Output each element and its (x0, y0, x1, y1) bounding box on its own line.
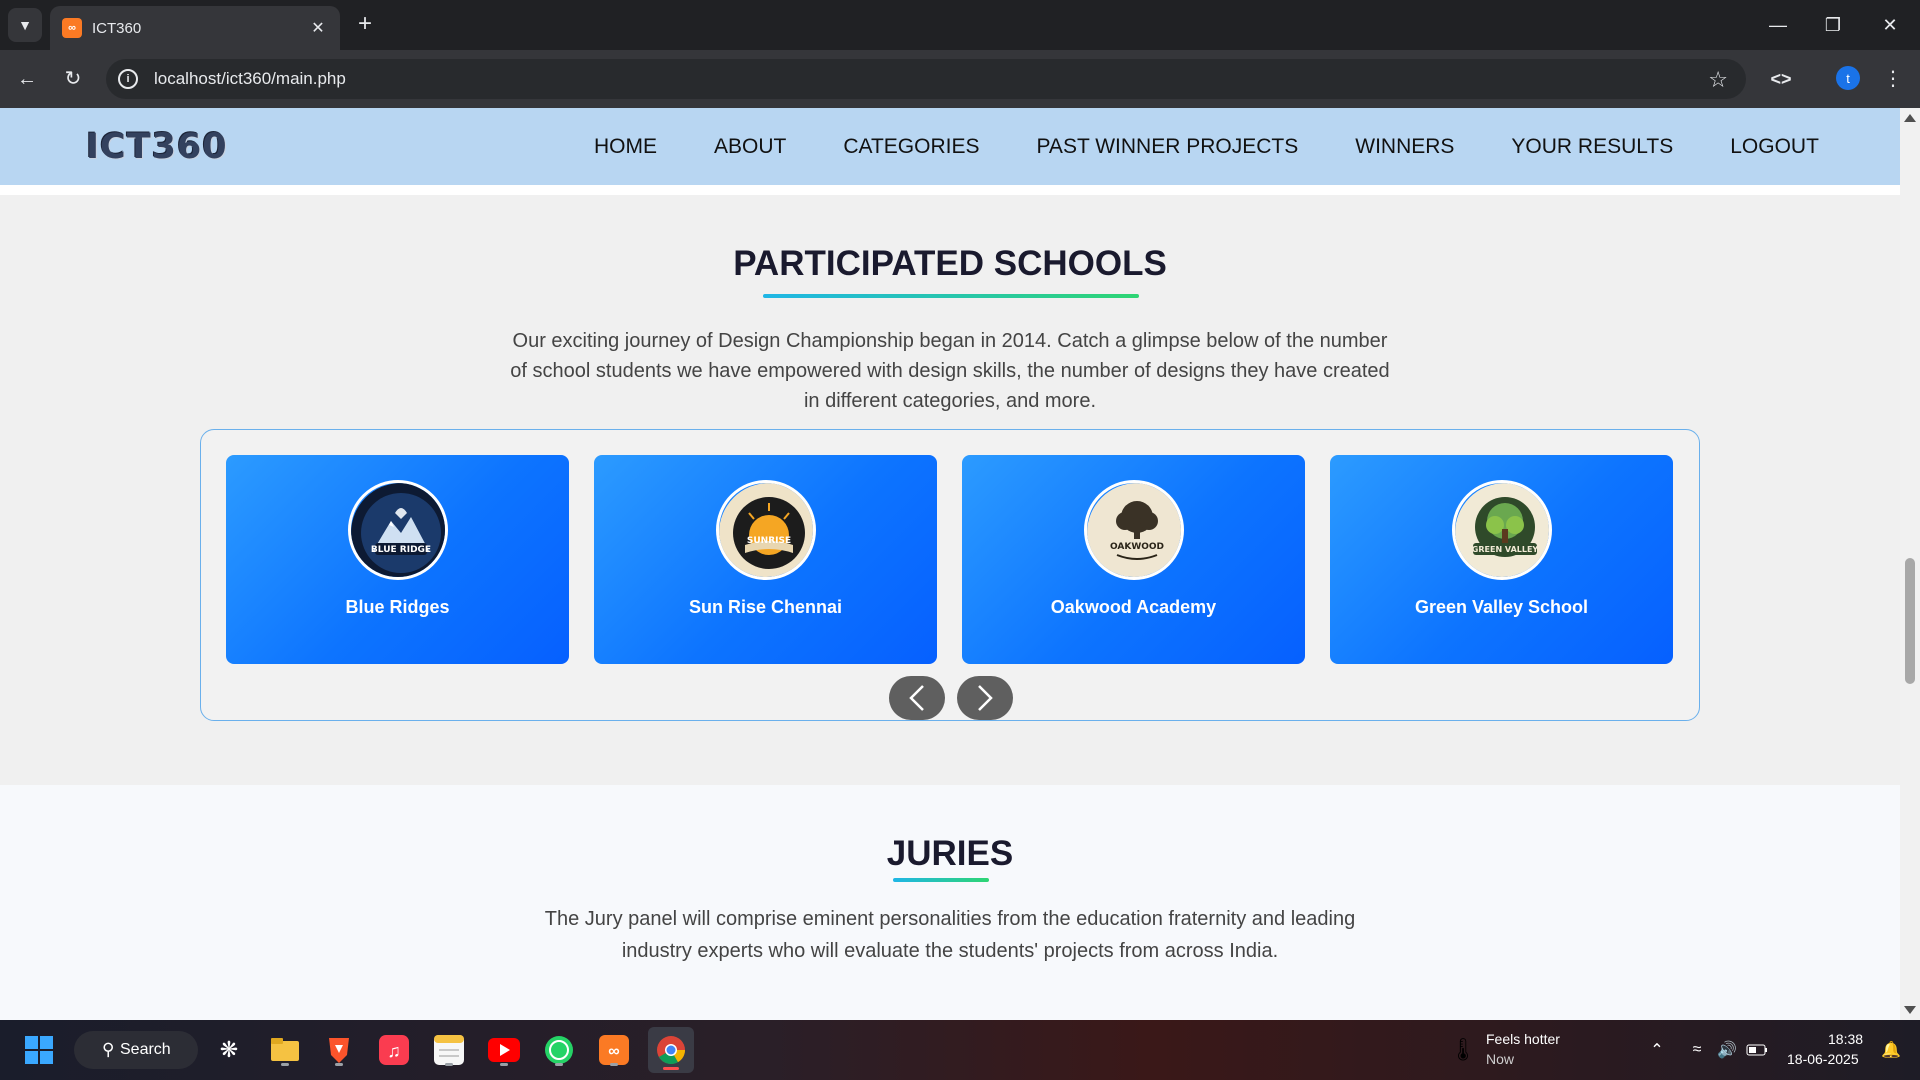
school-name: Sun Rise Chennai (688, 597, 843, 617)
reload-button[interactable]: ↻ (58, 64, 88, 94)
school-card[interactable]: OAKWOOD Oakwood Academy (962, 455, 1305, 664)
tab-title: ICT360 (92, 19, 142, 37)
chevron-right-icon (978, 685, 993, 711)
nav-categories[interactable]: CATEGORIES (843, 135, 979, 159)
clock-time[interactable]: 18:38 (1828, 1031, 1863, 1047)
site-info-icon[interactable]: i (118, 69, 138, 89)
site-logo[interactable]: ICT360 (86, 127, 228, 167)
juries-title: JURIES (886, 834, 1014, 873)
school-card[interactable]: SUNRISE Sun Rise Chennai (594, 455, 937, 664)
page-viewport: ICT360 HOME ABOUT CATEGORIES PAST WINNER… (0, 108, 1900, 1020)
new-tab-button[interactable]: + (352, 12, 378, 38)
nav-your-results[interactable]: YOUR RESULTS (1511, 135, 1673, 159)
menu-kebab-icon[interactable]: ⋮ (1878, 64, 1908, 94)
restore-button[interactable]: ❐ (1813, 10, 1853, 40)
weather-title: Feels hotter (1486, 1031, 1560, 1047)
schools-carousel: BLUE RIDGE Blue Ridges SUNRISE Sun Rise … (200, 429, 1700, 721)
main-nav: HOME ABOUT CATEGORIES PAST WINNER PROJEC… (537, 108, 1819, 185)
notepad-icon[interactable] (430, 1031, 468, 1069)
apple-music-icon[interactable]: ♫ (375, 1031, 413, 1069)
weather-subtitle: Now (1486, 1051, 1515, 1067)
juries-title-underline (893, 878, 989, 882)
schools-description-line: of school students we have empowered wit… (510, 360, 1390, 382)
battery-icon[interactable] (1738, 1031, 1776, 1069)
schools-description-line: Our exciting journey of Design Champions… (512, 330, 1388, 352)
nav-home[interactable]: HOME (594, 135, 657, 159)
schools-title-underline (763, 294, 1139, 298)
search-icon: ⚲ (102, 1040, 115, 1059)
nav-logout[interactable]: LOGOUT (1730, 135, 1819, 159)
xampp-favicon-icon: ∞ (62, 18, 82, 38)
url-text: localhost/ict360/main.php (154, 69, 346, 88)
close-window-button[interactable]: ✕ (1870, 10, 1910, 40)
search-label: Search (120, 1041, 171, 1058)
nav-past-winner-projects[interactable]: PAST WINNER PROJECTS (1036, 135, 1298, 159)
chrome-icon[interactable] (648, 1027, 694, 1073)
minimize-button[interactable]: — (1758, 10, 1798, 40)
green-tree-icon: GREEN VALLEY (1451, 480, 1552, 580)
carousel-prev-button[interactable] (889, 676, 945, 720)
school-logo-text: SUNRISE (746, 536, 790, 546)
schools-title: PARTICIPATED SCHOOLS (733, 244, 1167, 283)
chevron-up-icon[interactable]: ⌃ (1638, 1031, 1676, 1069)
nav-about[interactable]: ABOUT (714, 135, 786, 159)
weather-thermometer-icon[interactable]: 🌡 (1444, 1031, 1482, 1069)
schools-description: Our exciting journey of Design Champions… (0, 326, 1900, 416)
scroll-up-arrow-icon[interactable] (1904, 114, 1916, 122)
youtube-icon[interactable] (485, 1031, 523, 1069)
header-divider (0, 185, 1900, 195)
nav-winners[interactable]: WINNERS (1355, 135, 1454, 159)
school-card[interactable]: GREEN VALLEY Green Valley School (1330, 455, 1673, 664)
scroll-down-arrow-icon[interactable] (1904, 1006, 1916, 1014)
profile-avatar[interactable]: t (1836, 66, 1860, 90)
file-explorer-icon[interactable] (266, 1031, 304, 1069)
windows-taskbar: ⚲ Search ❋ ♫ ∞ 🌡 Feels hotter Now ⌃ ≈ 🔊 … (0, 1020, 1920, 1080)
school-logo-text: OAKWOOD (1109, 542, 1163, 552)
juries-description: The Jury panel will comprise eminent per… (0, 903, 1900, 967)
page-scrollbar[interactable] (1900, 108, 1920, 1020)
school-name: Oakwood Academy (1050, 597, 1217, 617)
school-card[interactable]: BLUE RIDGE Blue Ridges (226, 455, 569, 664)
notification-bell-icon[interactable]: 🔔 (1872, 1031, 1910, 1069)
juries-description-line: industry experts who will evaluate the s… (621, 940, 1279, 962)
school-name: Blue Ridges (345, 597, 450, 617)
xampp-icon[interactable]: ∞ (595, 1031, 633, 1069)
taskbar-search[interactable]: ⚲ Search (74, 1031, 198, 1069)
chatgpt-icon[interactable]: ❋ (210, 1031, 248, 1069)
clock-date[interactable]: 18-06-2025 (1787, 1051, 1859, 1067)
oak-tree-icon: OAKWOOD (1083, 480, 1184, 580)
school-logo-text: GREEN VALLEY (1471, 545, 1538, 554)
tab-list-button[interactable]: ▼ (8, 8, 42, 42)
svg-text:∞: ∞ (608, 1043, 619, 1060)
close-tab-icon[interactable]: ✕ (308, 18, 328, 38)
browser-tab-bar: ▼ ∞ ICT360 ✕ + — ❐ ✕ (0, 0, 1920, 50)
browser-tab[interactable]: ∞ ICT360 ✕ (50, 6, 340, 50)
chevron-left-icon (909, 685, 924, 711)
school-logo-text: BLUE RIDGE (370, 545, 430, 555)
address-bar[interactable]: i localhost/ict360/main.php ☆ (106, 59, 1746, 99)
devtools-code-icon[interactable]: <> (1766, 64, 1796, 94)
carousel-next-button[interactable] (957, 676, 1013, 720)
sunrise-book-icon: SUNRISE (715, 480, 816, 580)
svg-text:♫: ♫ (387, 1041, 401, 1061)
schools-description-line: in different categories, and more. (803, 390, 1097, 412)
back-button[interactable]: ← (12, 64, 42, 94)
school-name: Green Valley School (1414, 597, 1589, 617)
bookmark-star-icon[interactable]: ☆ (1708, 67, 1728, 93)
mountain-eagle-crest-icon: BLUE RIDGE (347, 480, 448, 580)
scroll-thumb[interactable] (1905, 558, 1915, 684)
site-header: ICT360 HOME ABOUT CATEGORIES PAST WINNER… (0, 108, 1900, 185)
brave-browser-icon[interactable] (320, 1031, 358, 1069)
juries-description-line: The Jury panel will comprise eminent per… (544, 908, 1356, 930)
browser-toolbar: ← ↻ i localhost/ict360/main.php ☆ <> t ⋮ (0, 50, 1920, 108)
chevron-down-icon: ▼ (18, 17, 32, 33)
whatsapp-icon[interactable] (540, 1031, 578, 1069)
windows-start-icon[interactable] (20, 1031, 58, 1069)
